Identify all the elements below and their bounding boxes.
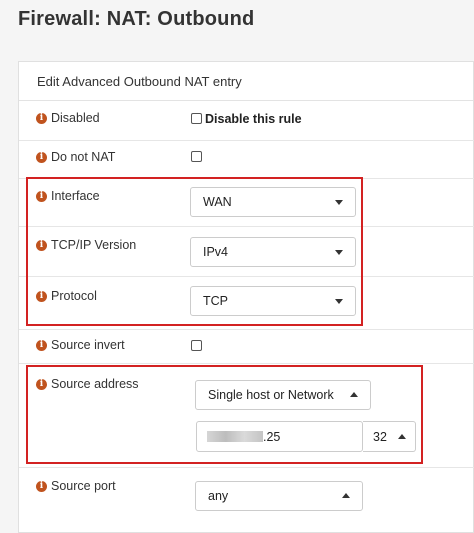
page-title: Firewall: NAT: Outbound <box>18 8 255 30</box>
chevron-down-icon <box>335 250 343 255</box>
label-text: TCP/IP Version <box>51 238 137 252</box>
label-source-address: i Source address <box>36 377 139 391</box>
chevron-up-icon <box>398 433 406 439</box>
label-text: Interface <box>51 189 100 203</box>
label-source-port: i Source port <box>36 479 116 493</box>
protocol-select-value: TCP <box>203 294 228 308</box>
info-icon[interactable]: i <box>36 339 47 351</box>
row-tcpip-version: i TCP/IP Version IPv4 <box>19 227 474 277</box>
source-address-input[interactable]: .25 <box>196 421 363 452</box>
chevron-up-icon <box>342 493 350 498</box>
panel-heading: Edit Advanced Outbound NAT entry <box>19 62 473 101</box>
disable-rule-checkbox[interactable] <box>191 113 202 124</box>
do-not-nat-checkbox[interactable] <box>191 151 202 162</box>
chevron-down-icon <box>335 200 343 205</box>
source-invert-checkbox[interactable] <box>191 340 202 351</box>
source-address-suffix: .25 <box>263 429 281 444</box>
info-icon[interactable]: i <box>36 151 47 163</box>
protocol-select[interactable]: TCP <box>190 286 356 316</box>
label-text: Source invert <box>51 338 125 352</box>
tcpip-version-select[interactable]: IPv4 <box>190 237 356 267</box>
info-icon[interactable]: i <box>36 378 47 390</box>
interface-select[interactable]: WAN <box>190 187 356 217</box>
label-protocol: i Protocol <box>36 289 97 303</box>
label-text: Disabled <box>51 111 100 125</box>
row-source-port: i Source port any <box>19 468 474 533</box>
chevron-down-icon <box>335 299 343 304</box>
tcpip-version-select-value: IPv4 <box>203 245 229 259</box>
label-interface: i Interface <box>36 189 100 203</box>
info-icon[interactable]: i <box>36 480 47 492</box>
info-icon[interactable]: i <box>36 239 47 251</box>
source-address-mask-value: 32 <box>373 429 387 444</box>
label-do-not-nat: i Do not NAT <box>36 150 115 164</box>
source-port-select-value: any <box>208 489 229 503</box>
info-icon[interactable]: i <box>36 190 47 202</box>
label-text: Source port <box>51 479 116 493</box>
info-icon[interactable]: i <box>36 112 47 124</box>
source-port-select[interactable]: any <box>195 481 363 511</box>
source-address-type-value: Single host or Network <box>208 388 334 402</box>
source-address-type-select[interactable]: Single host or Network <box>195 380 371 410</box>
label-text: Source address <box>51 377 139 391</box>
disable-rule-checkbox-label[interactable]: Disable this rule <box>205 112 302 126</box>
row-interface: i Interface WAN <box>19 179 474 227</box>
redacted-address <box>207 431 263 442</box>
chevron-up-icon <box>350 392 358 397</box>
label-source-invert: i Source invert <box>36 338 125 352</box>
source-address-mask-select[interactable]: 32 <box>363 421 416 452</box>
row-do-not-nat: i Do not NAT <box>19 141 474 179</box>
row-disabled: i Disabled Disable this rule <box>19 101 474 141</box>
label-disabled: i Disabled <box>36 111 100 125</box>
row-source-address: i Source address Single host or Network … <box>19 364 474 468</box>
info-icon[interactable]: i <box>36 290 47 302</box>
row-protocol: i Protocol TCP <box>19 277 474 330</box>
label-text: Do not NAT <box>51 150 116 164</box>
interface-select-value: WAN <box>203 195 232 209</box>
row-source-invert: i Source invert <box>19 330 474 364</box>
label-text: Protocol <box>51 289 97 303</box>
label-tcpip-version: i TCP/IP Version <box>36 238 136 252</box>
